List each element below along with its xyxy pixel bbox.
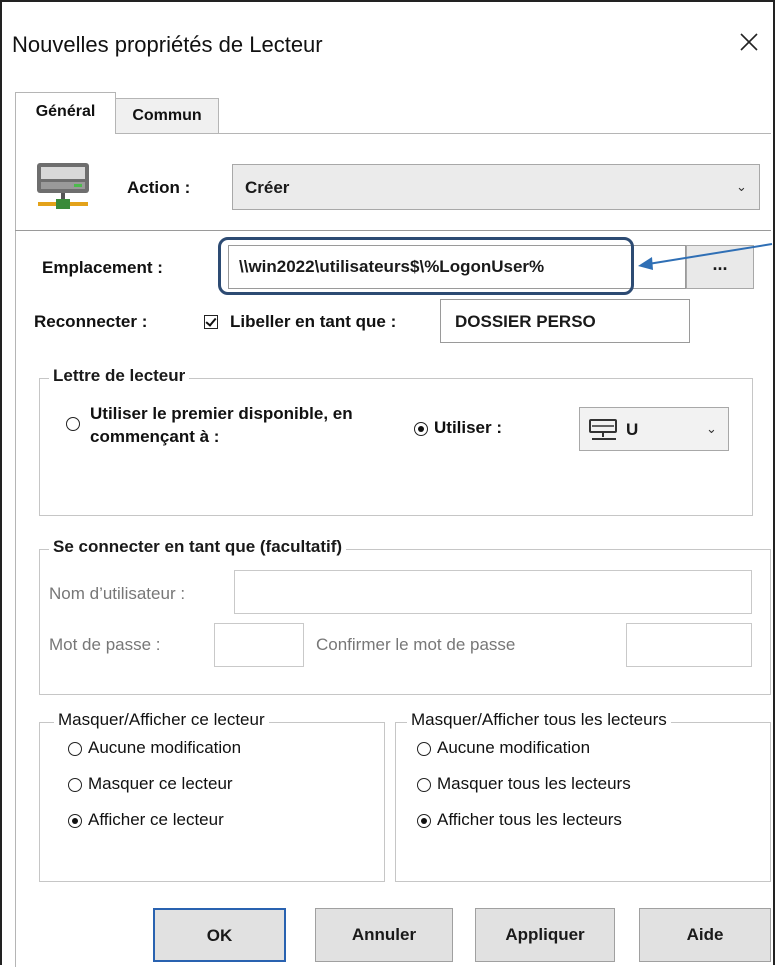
connect-as-legend: Se connecter en tant que (facultatif) — [49, 537, 347, 557]
username-label: Nom d’utilisateur : — [49, 584, 186, 603]
mini-drive-icon — [589, 419, 617, 440]
all-no-change-label: Aucune modification — [437, 738, 591, 757]
location-label: Emplacement : — [42, 258, 163, 277]
use-label: Utiliser : — [434, 418, 503, 437]
cancel-button[interactable]: Annuler — [315, 908, 453, 962]
tab-commun[interactable]: Commun — [115, 98, 219, 134]
window-title: Nouvelles propriétés de Lecteur — [12, 32, 323, 57]
title-bar: Nouvelles propriétés de Lecteur — [2, 2, 773, 90]
drive-letter-value: U — [626, 420, 639, 439]
apply-button[interactable]: Appliquer — [475, 908, 615, 962]
location-highlight — [218, 237, 634, 295]
drive-letter-select[interactable]: U ⌄ — [579, 407, 729, 451]
close-icon — [740, 33, 758, 51]
radio-all-no-change[interactable] — [417, 742, 431, 756]
ok-button[interactable]: OK — [153, 908, 286, 962]
radio-this-hide[interactable] — [68, 778, 82, 792]
label-as-input[interactable]: DOSSIER PERSO — [440, 299, 690, 343]
reconnect-checkbox[interactable] — [204, 315, 218, 329]
radio-this-no-change[interactable] — [68, 742, 82, 756]
separator — [15, 230, 771, 231]
hide-show-this-legend: Masquer/Afficher ce lecteur — [54, 710, 269, 730]
chevron-down-icon: ⌄ — [736, 179, 747, 194]
radio-all-hide[interactable] — [417, 778, 431, 792]
first-available-label-1: Utiliser le premier disponible, en — [90, 404, 353, 423]
this-hide-label: Masquer ce lecteur — [88, 774, 233, 793]
username-input[interactable] — [234, 570, 752, 614]
action-label: Action : — [127, 178, 191, 197]
all-show-label: Afficher tous les lecteurs — [437, 810, 622, 829]
reconnect-label: Reconnecter : — [34, 312, 148, 331]
browse-button[interactable]: ... — [686, 245, 754, 289]
radio-use[interactable] — [414, 422, 428, 436]
drive-letter-legend: Lettre de lecteur — [49, 366, 190, 386]
password-input[interactable] — [214, 623, 304, 667]
password-label: Mot de passe : — [49, 635, 161, 654]
close-button[interactable] — [731, 24, 767, 60]
first-available-label-2: commençant à : — [90, 427, 220, 446]
network-drive-icon — [37, 163, 89, 209]
help-button[interactable]: Aide — [639, 908, 771, 962]
confirm-password-label: Confirmer le mot de passe — [316, 635, 516, 654]
label-as-value: DOSSIER PERSO — [455, 312, 596, 331]
this-show-label: Afficher ce lecteur — [88, 810, 224, 829]
dialog-window: Nouvelles propriétés de Lecteur Général … — [0, 0, 775, 967]
all-hide-label: Masquer tous les lecteurs — [437, 774, 631, 793]
chevron-down-icon: ⌄ — [706, 421, 717, 436]
radio-this-show[interactable] — [68, 814, 82, 828]
this-no-change-label: Aucune modification — [88, 738, 242, 757]
confirm-password-input[interactable] — [626, 623, 752, 667]
label-as-label: Libeller en tant que : — [230, 312, 397, 331]
radio-first-available[interactable] — [66, 417, 80, 431]
hide-show-all-legend: Masquer/Afficher tous les lecteurs — [407, 710, 671, 730]
action-value: Créer — [245, 178, 290, 197]
radio-all-show[interactable] — [417, 814, 431, 828]
action-select[interactable]: Créer ⌄ — [232, 164, 760, 210]
tab-general[interactable]: Général — [15, 92, 116, 134]
